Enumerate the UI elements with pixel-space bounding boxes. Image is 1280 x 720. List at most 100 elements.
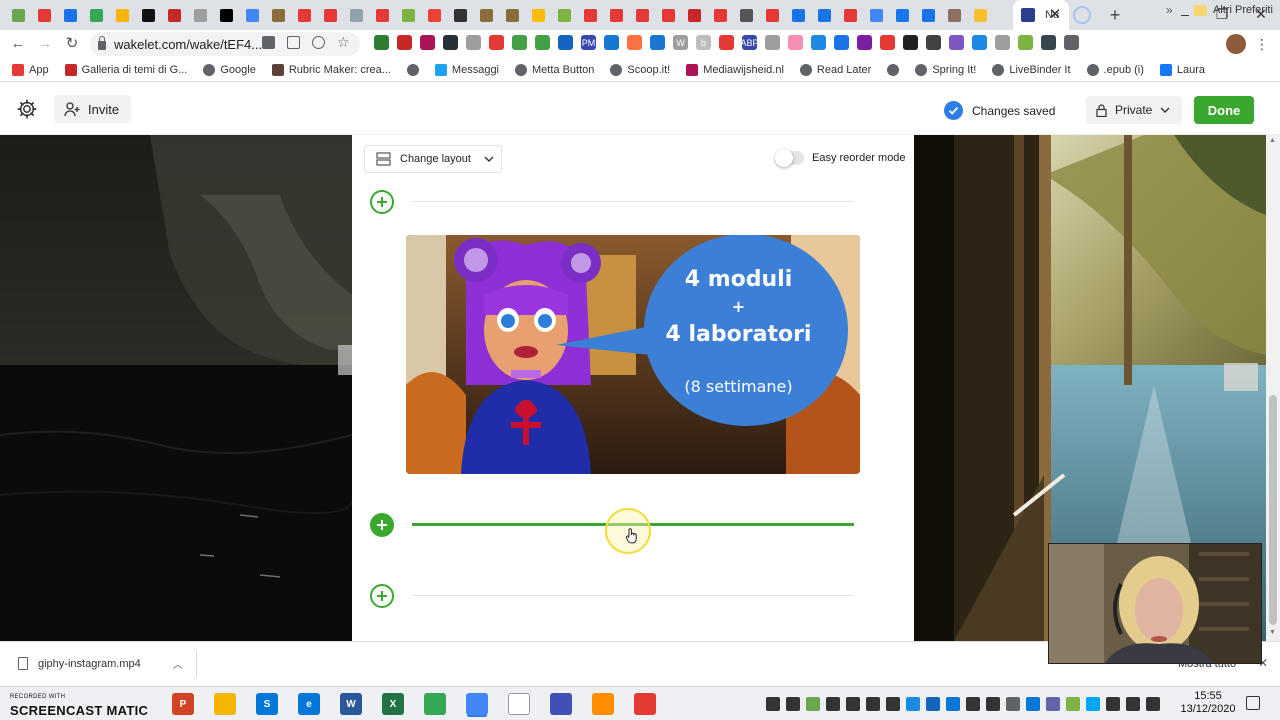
download-item[interactable]: giphy-instagram.mp4 ︿: [18, 656, 183, 671]
privacy-dropdown[interactable]: Private: [1086, 96, 1182, 124]
tab-favicon-icon[interactable]: [294, 5, 314, 25]
tab-favicon-icon[interactable]: [788, 5, 808, 25]
extension-icon[interactable]: [627, 35, 642, 50]
extension-icon[interactable]: [374, 35, 389, 50]
tray-icon[interactable]: [786, 697, 800, 711]
tab-favicon-icon[interactable]: [476, 5, 496, 25]
extension-icon[interactable]: [1018, 35, 1033, 50]
scrollbar-thumb[interactable]: [1269, 395, 1277, 625]
done-button[interactable]: Done: [1194, 96, 1254, 124]
tab-favicon-icon[interactable]: [86, 5, 106, 25]
extension-icon[interactable]: [512, 35, 527, 50]
extension-icon[interactable]: [604, 35, 619, 50]
add-item-divider[interactable]: [412, 201, 854, 202]
extension-icon[interactable]: [1041, 35, 1056, 50]
tab-favicon-icon[interactable]: [320, 5, 340, 25]
tray-icon[interactable]: [1046, 697, 1060, 711]
tab-favicon-icon[interactable]: [814, 5, 834, 25]
page-scrollbar[interactable]: ▲ ▼: [1266, 135, 1280, 641]
tab-favicon-icon[interactable]: [840, 5, 860, 25]
taskbar-app-icon[interactable]: X: [382, 693, 404, 715]
extension-icon[interactable]: [788, 35, 803, 50]
extension-icon[interactable]: [765, 35, 780, 50]
bookmark-item[interactable]: Metta Button: [515, 63, 594, 76]
tray-icon[interactable]: [966, 697, 980, 711]
tab-favicon-icon[interactable]: [398, 5, 418, 25]
bookmark-item[interactable]: Scoop.it!: [610, 63, 670, 76]
tab-favicon-icon[interactable]: [34, 5, 54, 25]
scroll-down-icon[interactable]: ▼: [1269, 629, 1276, 636]
tab-favicon-icon[interactable]: [164, 5, 184, 25]
extension-icon[interactable]: [535, 35, 550, 50]
change-layout-button[interactable]: Change layout: [364, 145, 502, 173]
bookmark-item[interactable]: Google: [203, 63, 256, 76]
tab-favicon-icon[interactable]: [554, 5, 574, 25]
invite-button[interactable]: Invite: [54, 95, 132, 123]
settings-gear-icon[interactable]: [16, 98, 38, 120]
extension-icon[interactable]: [811, 35, 826, 50]
extension-icon[interactable]: [857, 35, 872, 50]
extension-icon[interactable]: W: [673, 35, 688, 50]
tray-icon[interactable]: [906, 697, 920, 711]
tab-favicon-icon[interactable]: [528, 5, 548, 25]
bookmark-item[interactable]: Messaggi: [434, 63, 499, 76]
bookmark-star-icon[interactable]: ☆: [337, 35, 350, 49]
new-tab-button[interactable]: +: [1104, 4, 1126, 26]
extension-icon[interactable]: [903, 35, 918, 50]
notification-center-icon[interactable]: [1246, 696, 1260, 710]
lock-icon[interactable]: [98, 36, 106, 50]
extension-icon[interactable]: [719, 35, 734, 50]
add-item-plus-icon[interactable]: [370, 584, 394, 608]
extension-icon[interactable]: [420, 35, 435, 50]
profile-avatar[interactable]: [1226, 34, 1246, 54]
tray-icon[interactable]: [1106, 697, 1120, 711]
extension-icon[interactable]: [949, 35, 964, 50]
tray-icon[interactable]: [1066, 697, 1080, 711]
extension-icon[interactable]: [443, 35, 458, 50]
tab-favicon-icon[interactable]: [346, 5, 366, 25]
chevron-up-icon[interactable]: ︿: [173, 656, 183, 671]
tab-favicon-icon[interactable]: [60, 5, 80, 25]
tab-favicon-icon[interactable]: [970, 5, 990, 25]
bookmark-item[interactable]: App: [12, 63, 49, 76]
tab-favicon-icon[interactable]: [372, 5, 392, 25]
taskbar-app-icon[interactable]: [508, 693, 530, 715]
tab-favicon-icon[interactable]: [242, 5, 262, 25]
tray-icon[interactable]: [866, 697, 880, 711]
loading-tab-icon[interactable]: [1073, 6, 1091, 24]
tray-icon[interactable]: [946, 697, 960, 711]
taskbar-app-icon[interactable]: P: [172, 693, 194, 715]
back-button[interactable]: ←: [7, 33, 29, 55]
taskbar-app-icon[interactable]: [424, 693, 446, 715]
extension-icon[interactable]: [466, 35, 481, 50]
bookmark-item[interactable]: [887, 63, 900, 76]
tray-icon[interactable]: [766, 697, 780, 711]
tab-favicon-icon[interactable]: [658, 5, 678, 25]
tab-favicon-icon[interactable]: [112, 5, 132, 25]
extension-icon[interactable]: b: [696, 35, 711, 50]
extension-icon[interactable]: [558, 35, 573, 50]
tab-favicon-icon[interactable]: [944, 5, 964, 25]
tray-icon[interactable]: [806, 697, 820, 711]
extension-icon[interactable]: ABP: [741, 35, 759, 50]
forward-button[interactable]: →: [34, 33, 56, 55]
gif-media-card[interactable]: 4 moduli + 4 laboratori (8 settimane): [406, 235, 860, 474]
tray-icon[interactable]: [1086, 697, 1100, 711]
other-bookmarks[interactable]: Altri Preferiti: [1194, 4, 1273, 16]
tray-icon[interactable]: [826, 697, 840, 711]
tab-favicon-icon[interactable]: [762, 5, 782, 25]
tray-icon[interactable]: [986, 697, 1000, 711]
easy-reorder-toggle[interactable]: [775, 149, 804, 167]
extension-icon[interactable]: [397, 35, 412, 50]
tab-favicon-icon[interactable]: [424, 5, 444, 25]
tab-favicon-icon[interactable]: [606, 5, 626, 25]
taskbar-app-icon[interactable]: e: [298, 693, 320, 715]
tab-favicon-icon[interactable]: [918, 5, 938, 25]
bookmark-item[interactable]: LiveBinder It: [992, 63, 1071, 76]
extension-icon[interactable]: [995, 35, 1010, 50]
tray-icon[interactable]: [1146, 697, 1160, 711]
bookmark-item[interactable]: .epub (i): [1086, 63, 1144, 76]
tab-favicon-icon[interactable]: [450, 5, 470, 25]
taskbar-app-icon[interactable]: [592, 693, 614, 715]
tab-favicon-icon[interactable]: [710, 5, 730, 25]
